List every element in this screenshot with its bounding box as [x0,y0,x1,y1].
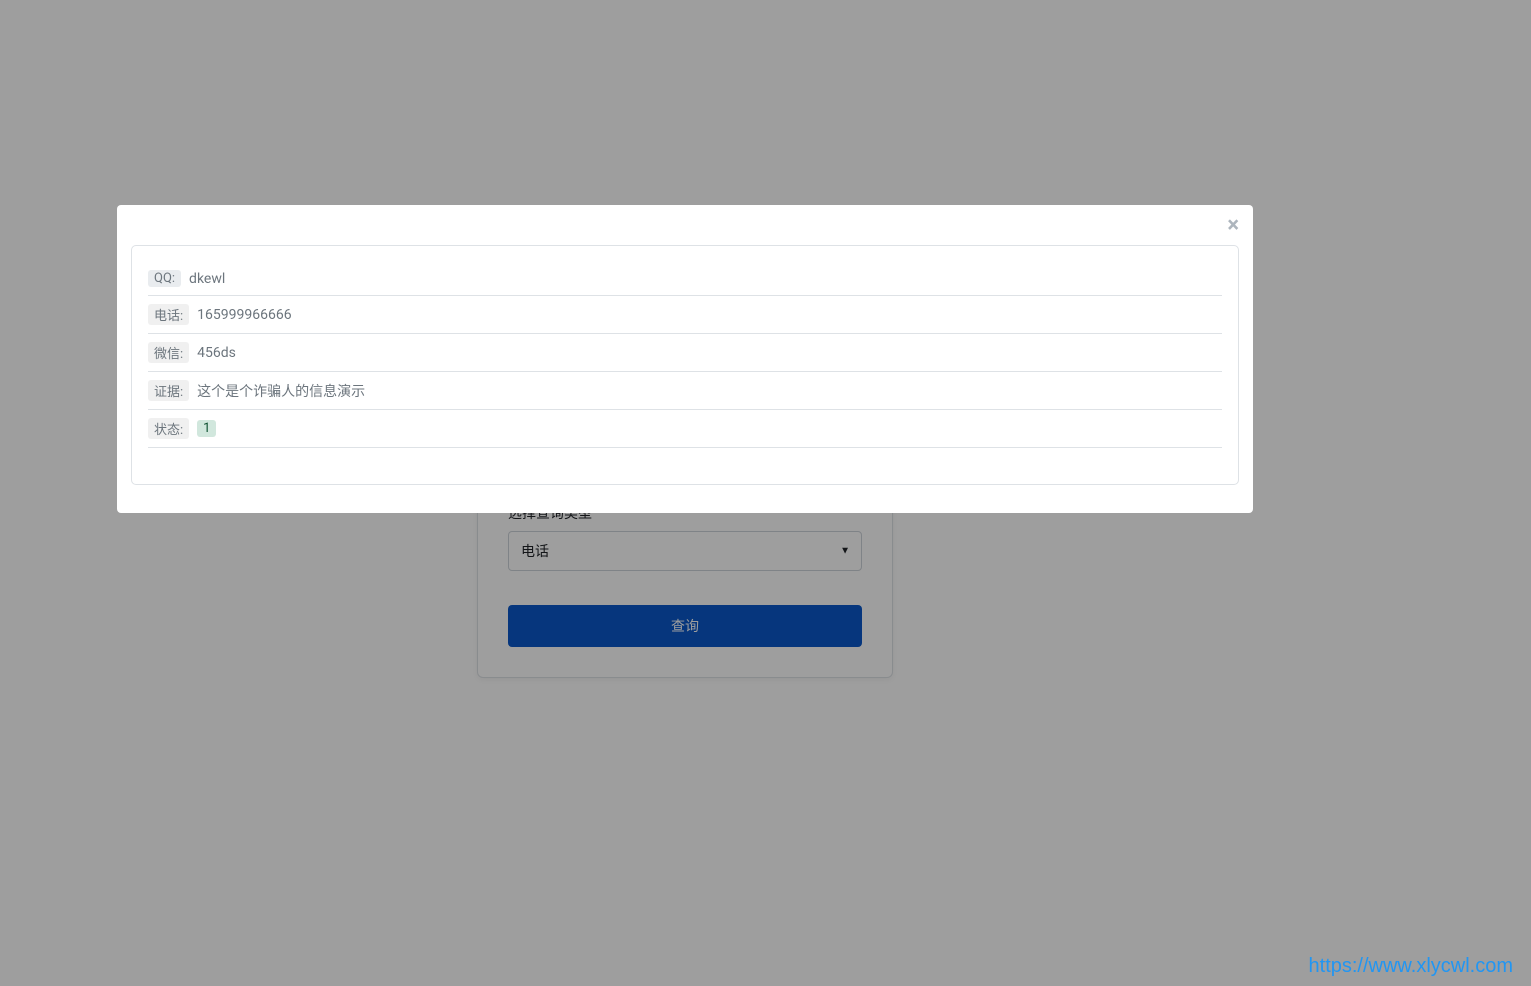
info-value-wechat: 456ds [197,345,236,361]
info-label-evidence: 证据: [148,380,189,401]
info-list: QQ: dkewl 电话: 165999966666 微信: 456ds 证据:… [148,262,1222,448]
info-label-phone: 电话: [148,304,189,325]
info-row-phone: 电话: 165999966666 [148,296,1222,334]
info-value-status: 1 [197,420,216,437]
info-label-qq: QQ: [148,270,181,287]
info-row-evidence: 证据: 这个是个诈骗人的信息演示 [148,372,1222,410]
close-icon[interactable]: × [1227,215,1239,237]
info-row-qq: QQ: dkewl [148,262,1222,296]
result-card: QQ: dkewl 电话: 165999966666 微信: 456ds 证据:… [131,245,1239,485]
result-modal: × QQ: dkewl 电话: 165999966666 微信: 456ds 证… [117,205,1253,513]
info-label-wechat: 微信: [148,342,189,363]
info-value-phone: 165999966666 [197,307,291,323]
info-label-status: 状态: [148,418,189,439]
info-row-wechat: 微信: 456ds [148,334,1222,372]
info-row-status: 状态: 1 [148,410,1222,448]
watermark-link[interactable]: https://www.xlycwl.com [1309,955,1513,978]
info-value-evidence: 这个是个诈骗人的信息演示 [197,381,365,401]
info-value-qq: dkewl [189,271,225,287]
